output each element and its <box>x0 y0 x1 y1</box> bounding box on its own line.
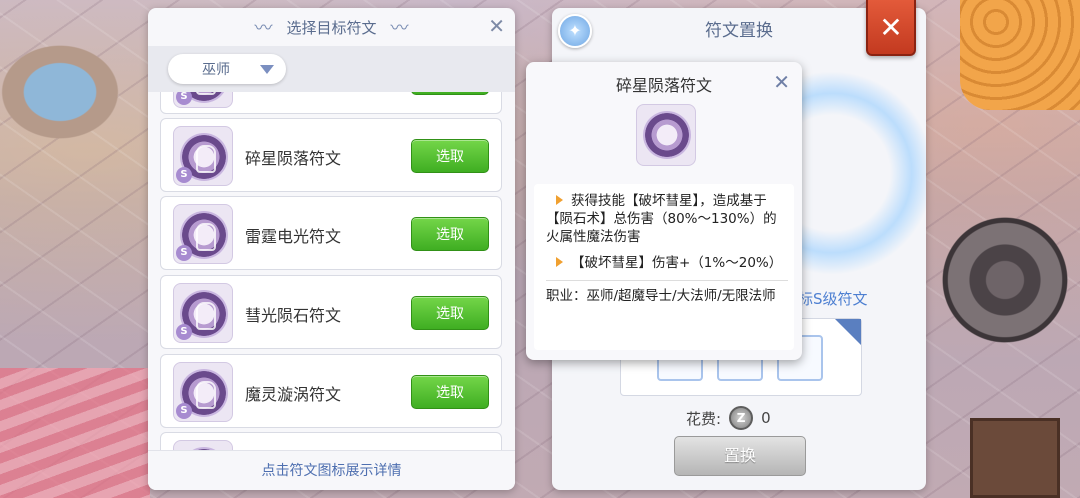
zeny-coin-icon: Z <box>729 406 754 430</box>
dropdown-value: 巫师 <box>202 62 230 78</box>
filter-bar: 巫师 <box>148 46 515 92</box>
grade-badge: S <box>176 92 192 105</box>
gear-decoration <box>940 200 1070 360</box>
tooltip-title: 碎星陨落符文 <box>615 76 712 95</box>
chevron-down-icon <box>260 65 274 74</box>
rune-icon[interactable]: S <box>173 92 233 108</box>
close-panel-button[interactable]: ✕ <box>866 0 916 56</box>
list-item: S 魔灵漩涡符文 选取 <box>160 354 502 428</box>
replace-button[interactable]: 置换 <box>674 436 806 476</box>
effect-line: 【破坏彗星】伤害+（1%～20%） <box>546 254 788 272</box>
swirl-ornament-icon: 〰 <box>390 18 409 39</box>
rune-name: 碎星陨落符文 <box>245 149 342 168</box>
cost-value: 0 <box>761 409 771 427</box>
rune-name: 雷霆电光符文 <box>245 227 342 246</box>
list-item: S 选取 <box>160 92 502 114</box>
cost-label: 花费: <box>686 409 722 428</box>
select-button[interactable]: 选取 <box>411 92 489 95</box>
grade-badge: S <box>176 167 192 183</box>
rune-icon[interactable]: S <box>173 362 233 422</box>
rune-detail-tooltip: 碎星陨落符文 ✕ 获得技能【破坏彗星】，造成基于【陨石术】总伤害（80%～130… <box>526 62 802 360</box>
select-button[interactable]: 选取 <box>411 375 489 409</box>
crate-decoration <box>970 418 1060 498</box>
fountain-decoration <box>0 20 150 140</box>
rune-icon[interactable]: S <box>173 204 233 264</box>
corner-marker <box>835 319 861 345</box>
panel-title: 选择目标符文 <box>286 18 377 37</box>
panel-header: 〰 选择目标符文 〰 <box>148 8 515 46</box>
rune-list[interactable]: S 选取 S 碎星陨落符文 选取 S 雷霆电光符文 选取 S 彗光陨石符文 选取… <box>148 92 515 452</box>
select-button[interactable]: 选取 <box>411 217 489 251</box>
grade-badge: S <box>176 245 192 261</box>
rune-icon <box>636 104 696 166</box>
grade-badge: S <box>176 403 192 419</box>
tooltip-body: 获得技能【破坏彗星】，造成基于【陨石术】总伤害（80%～130%）的火属性魔法伤… <box>534 184 794 350</box>
job-filter-dropdown[interactable]: 巫师 <box>168 54 286 84</box>
rune-icon[interactable]: S <box>173 126 233 186</box>
divider <box>546 280 788 281</box>
job-requirement: 职业：巫师/超魔导士/大法师/无限法师 <box>546 288 776 304</box>
list-item: S 碎星陨落符文 选取 <box>160 118 502 192</box>
rune-name: 魔灵漩涡符文 <box>245 385 342 404</box>
list-item: S <box>160 432 502 452</box>
bullet-arrow-icon <box>556 257 563 267</box>
rune-name: 彗光陨石符文 <box>245 306 342 325</box>
swirl-ornament-icon: 〰 <box>254 18 273 39</box>
list-item: S 彗光陨石符文 选取 <box>160 275 502 349</box>
target-rune-label: 标S级符文 <box>798 290 868 308</box>
roof-decoration <box>960 0 1080 110</box>
close-icon[interactable]: ✕ <box>488 14 505 38</box>
effect-line: 获得技能【破坏彗星】，造成基于【陨石术】总伤害（80%～130%）的火属性魔法伤… <box>546 193 777 245</box>
list-item: S 雷霆电光符文 选取 <box>160 196 502 270</box>
footer-hint: 点击符文图标展示详情 <box>148 450 515 490</box>
awning-decoration <box>0 368 150 498</box>
select-button[interactable]: 选取 <box>411 139 489 173</box>
close-icon[interactable]: ✕ <box>773 70 790 94</box>
bullet-arrow-icon <box>556 195 563 205</box>
select-rune-panel: 〰 选择目标符文 〰 ✕ 巫师 S 选取 S 碎星陨落符文 选取 S 雷霆电光符… <box>148 8 515 490</box>
select-button[interactable]: 选取 <box>411 296 489 330</box>
grade-badge: S <box>176 324 192 340</box>
cost-row: 花费: Z 0 <box>686 406 771 430</box>
rune-icon[interactable]: S <box>173 283 233 343</box>
